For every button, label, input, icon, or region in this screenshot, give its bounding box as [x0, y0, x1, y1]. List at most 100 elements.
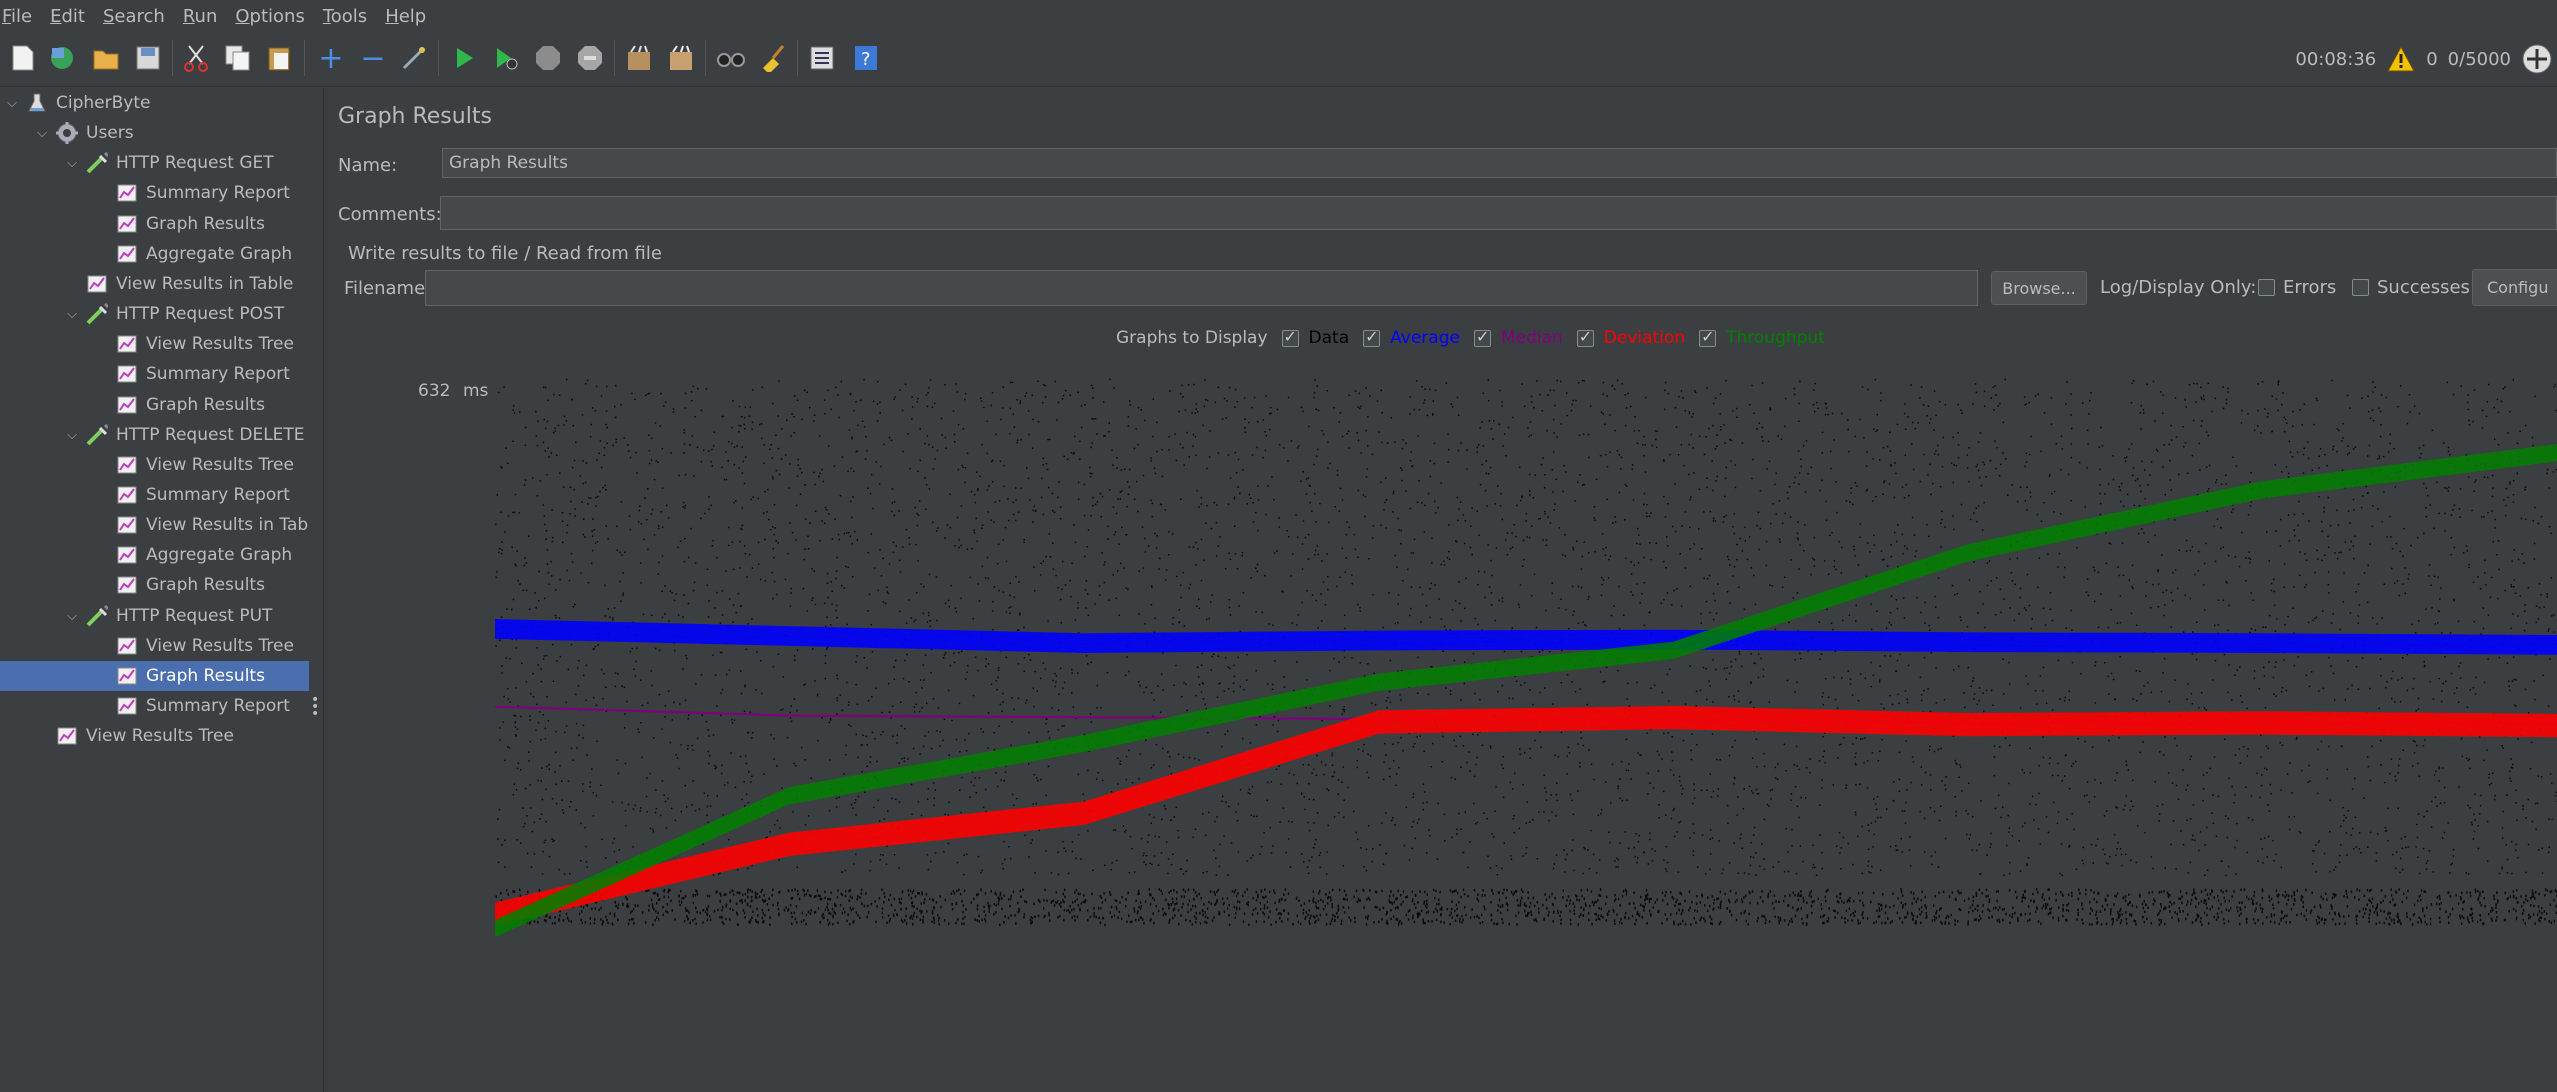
legend-average-option[interactable]: Average	[1363, 327, 1460, 348]
errors-option[interactable]: Errors	[2258, 277, 2336, 298]
legend-throughput-option[interactable]: Throughput	[1699, 327, 1825, 348]
data-point	[2432, 698, 2435, 700]
data-point	[1233, 664, 1235, 667]
tree-item-view-results-tree[interactable]: View Results Tree	[34, 721, 234, 751]
tree-item-graph-results[interactable]: Graph Results	[0, 661, 309, 691]
filename-field[interactable]	[425, 270, 1978, 306]
data-point	[1819, 804, 1821, 806]
tree-item-summary-report[interactable]: Summary Report	[94, 359, 290, 389]
tree-item-http-request-post[interactable]: ⌵ HTTP Request POST	[64, 299, 284, 329]
tree-item-http-request-get[interactable]: ⌵ HTTP Request GET	[64, 148, 274, 178]
cut-icon[interactable]	[180, 42, 212, 74]
help-icon[interactable]: ?	[850, 42, 882, 74]
tree-item-view-results-in-table[interactable]: View Results in Table	[64, 269, 293, 299]
configure-button[interactable]: Configu	[2472, 269, 2557, 306]
copy-icon[interactable]	[222, 42, 254, 74]
reset-search-icon[interactable]	[757, 42, 789, 74]
tree-item-summary-report[interactable]: Summary Report	[94, 691, 290, 721]
warning-icon[interactable]	[2386, 45, 2416, 73]
tree-item-http-request-delete[interactable]: ⌵ HTTP Request DELETE	[64, 420, 305, 450]
search-icon[interactable]	[715, 42, 747, 74]
tree-item-view-results-in-table[interactable]: View Results in Table	[94, 510, 323, 540]
data-point	[1160, 673, 1163, 675]
data-point	[2437, 576, 2439, 578]
data-point	[2293, 815, 2296, 818]
chevron-down-icon[interactable]: ⌵	[34, 126, 50, 141]
templates-icon[interactable]	[46, 42, 78, 74]
data-point	[1506, 554, 1509, 556]
legend-deviation-checkbox[interactable]	[1576, 327, 1594, 347]
legend-throughput-checkbox[interactable]	[1699, 327, 1717, 347]
tree-item-aggregate-graph[interactable]: Aggregate Graph	[94, 239, 292, 269]
data-point	[596, 541, 599, 543]
successes-option[interactable]: Successes	[2352, 277, 2470, 298]
toggle-icon[interactable]	[398, 42, 430, 74]
legend-data-option[interactable]: Data	[1281, 327, 1349, 348]
data-point	[1875, 430, 1877, 433]
data-point	[1529, 757, 1531, 759]
data-point	[1202, 424, 1204, 427]
add-icon[interactable]: +	[315, 41, 347, 76]
legend-average-checkbox[interactable]	[1363, 327, 1381, 347]
legend-median-option[interactable]: Median	[1473, 327, 1563, 348]
tree-item-users[interactable]: ⌵ Users	[34, 118, 134, 148]
chevron-down-icon[interactable]: ⌵	[64, 609, 80, 624]
save-icon[interactable]	[132, 42, 164, 74]
errors-checkbox[interactable]	[2258, 279, 2275, 296]
data-point	[987, 712, 990, 714]
tree-item-view-results-tree[interactable]: View Results Tree	[94, 450, 294, 480]
menu-file[interactable]: File	[0, 6, 46, 27]
tree-item-cipherbyte[interactable]: ⌵ CipherByte	[4, 88, 150, 118]
splitter-grip-icon[interactable]: • • •	[311, 693, 319, 721]
data-point	[1343, 799, 1345, 801]
tree-item-view-results-tree[interactable]: View Results Tree	[94, 631, 294, 661]
data-point	[1691, 416, 1693, 418]
menu-run[interactable]: Run	[179, 6, 232, 27]
splitter[interactable]	[309, 88, 324, 1092]
data-point	[2231, 511, 2233, 513]
menu-edit[interactable]: Edit	[46, 6, 99, 27]
function-helper-icon[interactable]	[806, 42, 838, 74]
remove-icon[interactable]: −	[357, 41, 389, 76]
shutdown-icon[interactable]	[574, 42, 606, 74]
menu-tools[interactable]: Tools	[319, 6, 381, 27]
data-point	[1236, 819, 1239, 822]
paste-icon[interactable]	[264, 42, 296, 74]
stop-icon[interactable]	[532, 42, 564, 74]
menu-help[interactable]: Help	[381, 6, 440, 27]
name-field[interactable]: Graph Results	[442, 148, 2557, 178]
menu-search[interactable]: Search	[99, 6, 179, 27]
tree-item-summary-report[interactable]: Summary Report	[94, 480, 290, 510]
clear-icon[interactable]	[623, 42, 655, 74]
new-icon[interactable]	[7, 42, 39, 74]
tree-item-http-request-put[interactable]: ⌵ HTTP Request PUT	[64, 601, 272, 631]
legend-median-checkbox[interactable]	[1473, 327, 1491, 347]
tree-item-graph-results[interactable]: Graph Results	[94, 390, 265, 420]
data-point	[2453, 600, 2455, 602]
menu-options[interactable]: Options	[231, 6, 318, 27]
chevron-down-icon[interactable]: ⌵	[64, 307, 80, 322]
successes-checkbox[interactable]	[2352, 279, 2369, 296]
legend-data-checkbox[interactable]	[1281, 327, 1299, 347]
data-point	[1610, 614, 1613, 617]
data-point	[1897, 524, 1899, 526]
tree-item-summary-report[interactable]: Summary Report	[94, 178, 290, 208]
data-point	[1910, 384, 1912, 386]
data-point	[2250, 592, 2252, 594]
legend-deviation-option[interactable]: Deviation	[1576, 327, 1685, 348]
chevron-down-icon[interactable]: ⌵	[64, 428, 80, 443]
tree-item-graph-results[interactable]: Graph Results	[94, 570, 265, 600]
data-point	[1036, 741, 1038, 743]
tree-item-view-results-tree[interactable]: View Results Tree	[94, 329, 294, 359]
tree-item-graph-results[interactable]: Graph Results	[94, 209, 265, 239]
chevron-down-icon[interactable]: ⌵	[4, 96, 20, 111]
chevron-down-icon[interactable]: ⌵	[64, 156, 80, 171]
clear-all-icon[interactable]	[665, 42, 697, 74]
start-icon[interactable]	[448, 42, 480, 74]
comments-field[interactable]	[440, 196, 2557, 230]
open-icon[interactable]	[90, 42, 122, 74]
data-point	[1311, 856, 1313, 858]
start-no-pauses-icon[interactable]	[490, 42, 522, 74]
tree-item-aggregate-graph[interactable]: Aggregate Graph	[94, 540, 292, 570]
browse-button[interactable]: Browse...	[1991, 271, 2087, 305]
